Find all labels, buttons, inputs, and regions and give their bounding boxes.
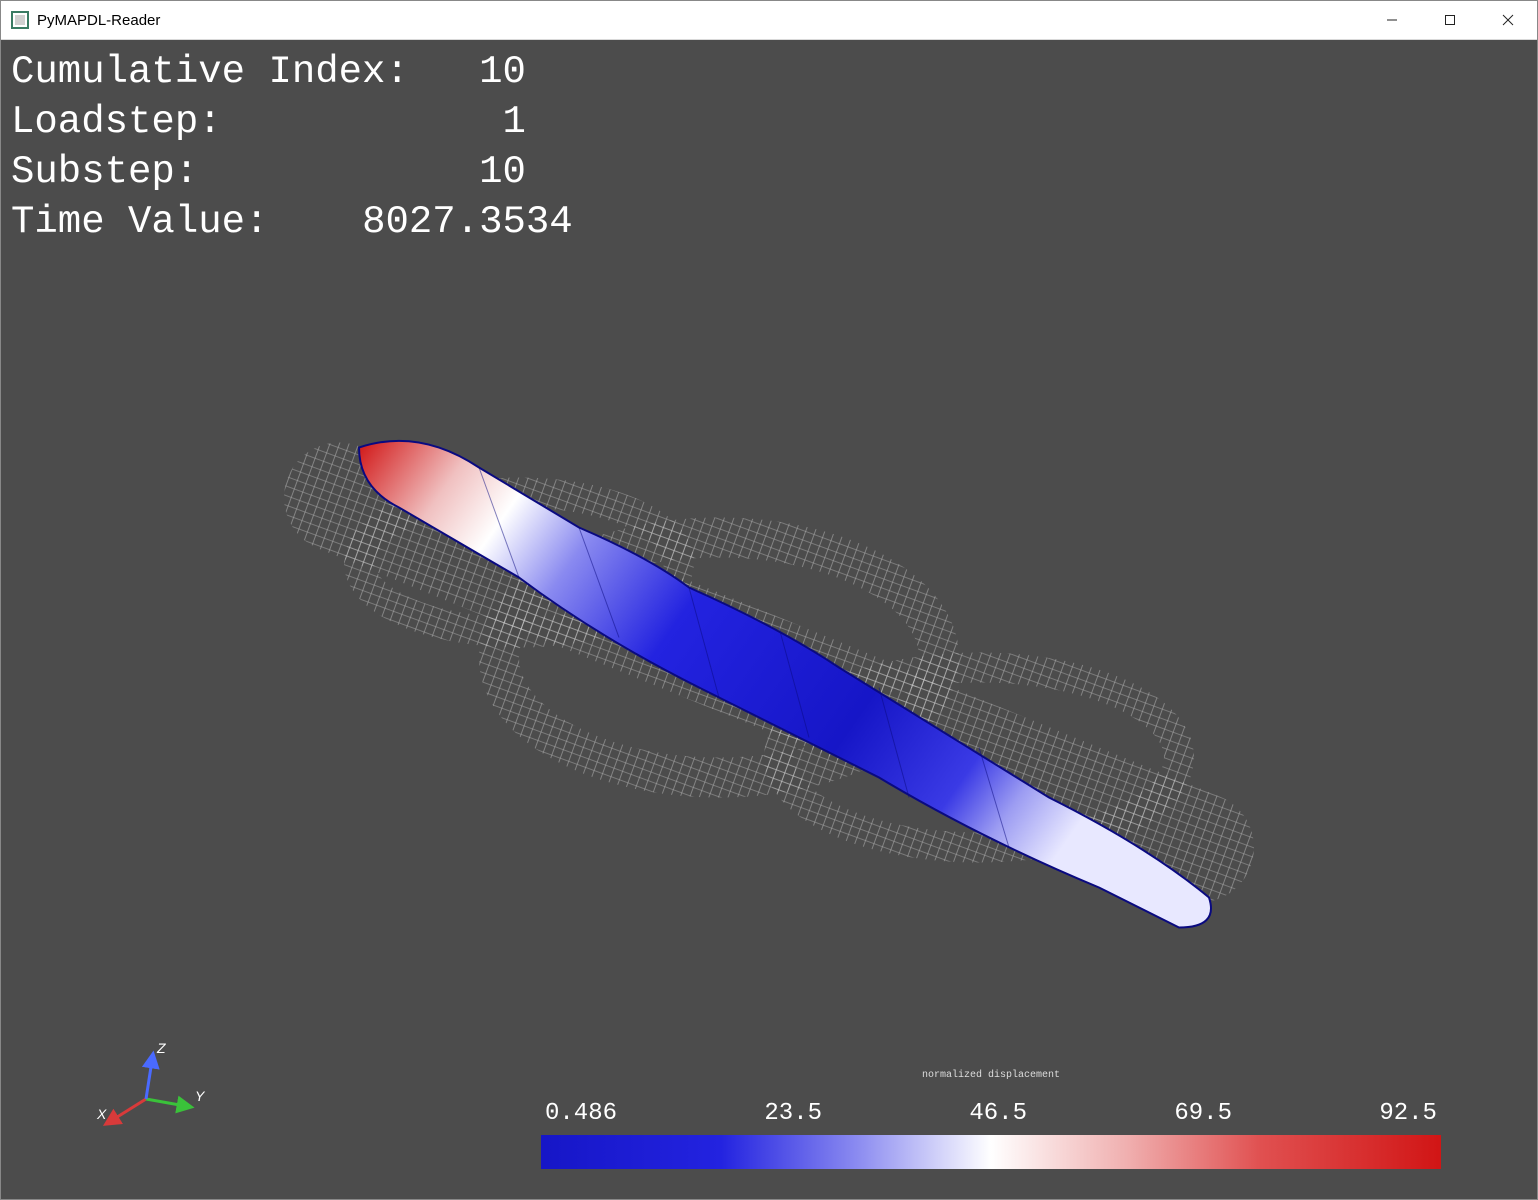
colorbar-tick: 46.5 [969,1100,1027,1127]
axis-z-label: Z [156,1040,166,1056]
axis-x-label: X [96,1106,107,1122]
colorbar: normalized displacement 0.486 23.5 46.5 … [541,1100,1441,1169]
colorbar-gradient [541,1135,1441,1169]
axis-triad: X Y Z [91,1039,211,1139]
app-window: PyMAPDL-Reader Cumulative Index: 10 Load… [0,0,1538,1200]
colorbar-title: normalized displacement [922,1070,1060,1081]
maximize-button[interactable] [1421,1,1479,39]
colorbar-tick: 69.5 [1174,1100,1232,1127]
minimize-button[interactable] [1363,1,1421,39]
close-button[interactable] [1479,1,1537,39]
window-title: PyMAPDL-Reader [37,12,160,29]
info-line-2: Loadstep: 1 [11,100,526,144]
app-icon [11,11,29,29]
render-viewport[interactable]: Cumulative Index: 10 Loadstep: 1 Substep… [1,40,1537,1199]
window-controls [1363,1,1537,39]
info-line-3: Substep: 10 [11,150,526,194]
model-render [219,327,1319,977]
colorbar-tick: 0.486 [545,1100,617,1127]
titlebar[interactable]: PyMAPDL-Reader [1,1,1537,40]
colorbar-tick: 23.5 [764,1100,822,1127]
colorbar-tick: 92.5 [1379,1100,1437,1127]
colorbar-ticks: 0.486 23.5 46.5 69.5 92.5 [541,1100,1441,1135]
info-line-1: Cumulative Index: 10 [11,50,526,94]
axis-y-label: Y [195,1088,206,1104]
info-line-4: Time Value: 8027.3534 [11,200,573,244]
result-info-overlay: Cumulative Index: 10 Loadstep: 1 Substep… [11,48,573,248]
